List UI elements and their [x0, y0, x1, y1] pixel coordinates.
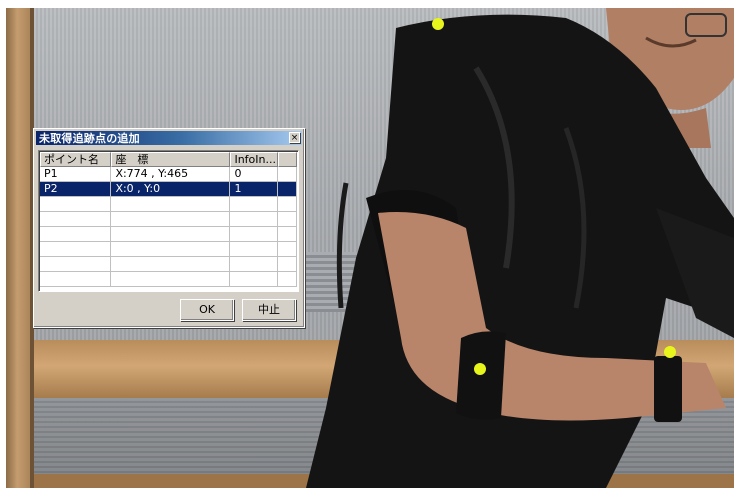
close-icon[interactable]: × [289, 132, 300, 143]
list-header: ポイント名 座 標 InfoIn... [40, 152, 297, 167]
list-rows: P1 X:774 , Y:465 0 P2 X:0 , Y:0 1 [40, 167, 297, 290]
cancel-button[interactable]: 中止 [242, 299, 296, 321]
tracking-marker-wrist [664, 346, 676, 358]
dialog-title-bar[interactable]: 未取得追跡点の追加 × [36, 131, 302, 145]
empty-row [40, 212, 297, 227]
tracking-marker-shoulder [432, 18, 444, 30]
cell-info: 1 [230, 182, 279, 197]
column-header-coordinates[interactable]: 座 標 [111, 152, 231, 167]
ok-button[interactable]: OK [180, 299, 234, 321]
cell-point-name: P1 [40, 167, 112, 182]
add-tracking-point-dialog: 未取得追跡点の追加 × ポイント名 座 標 InfoIn... P1 X:774… [33, 128, 305, 328]
table-row-selected[interactable]: P2 X:0 , Y:0 1 [40, 182, 297, 197]
cell-extra [278, 182, 297, 197]
tracking-point-list[interactable]: ポイント名 座 標 InfoIn... P1 X:774 , Y:465 0 P… [38, 150, 299, 292]
column-header-point-name[interactable]: ポイント名 [40, 152, 112, 167]
cell-coordinates: X:0 , Y:0 [111, 182, 231, 197]
empty-row [40, 257, 297, 272]
cell-point-name: P2 [40, 182, 112, 197]
empty-row [40, 197, 297, 212]
cell-extra [278, 167, 297, 182]
empty-row [40, 227, 297, 242]
dialog-title: 未取得追跡点の追加 [39, 132, 140, 145]
tracking-marker-elbow [474, 363, 486, 375]
table-row[interactable]: P1 X:774 , Y:465 0 [40, 167, 297, 182]
cell-coordinates: X:774 , Y:465 [111, 167, 231, 182]
cell-info: 0 [230, 167, 279, 182]
empty-row [40, 242, 297, 257]
column-header-info[interactable]: InfoIn... [230, 152, 279, 167]
column-header-extra[interactable] [278, 152, 297, 167]
empty-row [40, 272, 297, 287]
